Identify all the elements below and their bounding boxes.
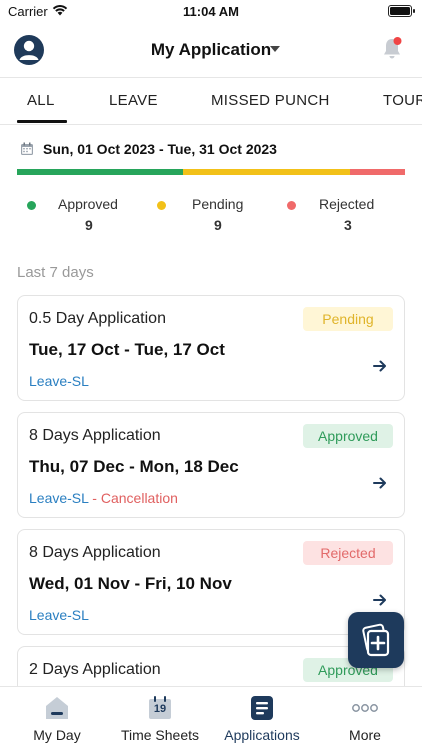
pending-count: 9 <box>214 217 222 233</box>
pending-label: Pending <box>192 196 244 212</box>
document-list-icon <box>251 696 273 720</box>
application-type: Leave-SL <box>29 607 89 623</box>
add-application-button[interactable] <box>348 612 404 668</box>
nav-time-sheets[interactable]: 19 Time Sheets <box>114 687 206 750</box>
status-badge: Approved <box>303 424 393 448</box>
page-title-dropdown[interactable]: My Application <box>0 40 422 60</box>
filter-tabs: ALL LEAVE MISSED PUNCH TOUR <box>0 78 422 124</box>
add-document-icon <box>362 623 390 657</box>
application-title: 8 Days Application <box>29 544 161 561</box>
nav-label: Applications <box>224 727 300 743</box>
arrow-right-icon[interactable] <box>372 358 388 374</box>
approved-segment <box>17 169 184 175</box>
date-range-label: Sun, 01 Oct 2023 - Tue, 31 Oct 2023 <box>43 141 277 157</box>
application-title: 2 Days Application <box>29 661 161 678</box>
application-card[interactable]: 8 Days Application Approved Thu, 07 Dec … <box>17 412 405 518</box>
calendar-day-number: 19 <box>153 703 167 715</box>
active-tab-indicator <box>17 120 67 123</box>
approved-dot-icon <box>27 201 36 210</box>
app-header: My Application <box>0 28 422 76</box>
nav-label: Time Sheets <box>120 727 200 743</box>
chevron-down-icon[interactable] <box>270 46 280 52</box>
application-dates: Tue, 17 Oct - Tue, 17 Oct <box>29 340 225 359</box>
battery-icon <box>388 5 415 17</box>
home-icon <box>46 697 68 719</box>
tab-missed-punch[interactable]: MISSED PUNCH <box>211 92 330 109</box>
status-badge: Pending <box>303 307 393 331</box>
page-title: My Application <box>150 40 272 59</box>
approved-label: Approved <box>58 196 118 212</box>
arrow-right-icon[interactable] <box>372 475 388 491</box>
application-dates: Wed, 01 Nov - Fri, 10 Nov <box>29 574 232 593</box>
application-card[interactable]: 8 Days Application Rejected Wed, 01 Nov … <box>17 529 405 635</box>
bottom-navigation: My Day 19 Time Sheets Applications More <box>0 686 422 750</box>
approved-count: 9 <box>85 217 93 233</box>
application-title: 8 Days Application <box>29 427 161 444</box>
rejected-count: 3 <box>344 217 352 233</box>
status-badge: Rejected <box>303 541 393 565</box>
application-title: 0.5 Day Application <box>29 310 166 327</box>
tab-all[interactable]: ALL <box>27 92 55 109</box>
nav-label: My Day <box>33 727 81 743</box>
rejected-dot-icon <box>287 201 296 210</box>
status-time: 11:04 AM <box>183 4 239 19</box>
rejected-segment <box>349 169 405 175</box>
arrow-right-icon[interactable] <box>372 592 388 608</box>
application-dates: Thu, 07 Dec - Mon, 18 Dec <box>29 457 239 476</box>
status-bar: Carrier 11:04 AM <box>0 0 422 24</box>
tabs-divider <box>0 124 422 125</box>
pending-segment <box>183 169 350 175</box>
pending-dot-icon <box>157 201 166 210</box>
nav-label: More <box>349 727 381 743</box>
bell-icon[interactable] <box>380 36 404 62</box>
status-distribution-bar <box>17 169 405 175</box>
calendar-icon <box>21 142 33 155</box>
tab-leave[interactable]: LEAVE <box>109 92 158 109</box>
rejected-label: Rejected <box>319 196 375 212</box>
more-dots-icon <box>352 704 378 712</box>
nav-my-day[interactable]: My Day <box>16 687 98 750</box>
application-type: Leave-SL <box>29 373 89 389</box>
cancellation-label: - Cancellation <box>88 490 178 506</box>
nav-more[interactable]: More <box>326 687 404 750</box>
tab-tour[interactable]: TOUR <box>383 92 422 109</box>
application-type: Leave-SL - Cancellation <box>29 490 178 506</box>
status-legend: Approved 9 Pending 9 Rejected 3 <box>0 196 422 236</box>
application-card[interactable]: 0.5 Day Application Pending Tue, 17 Oct … <box>17 295 405 401</box>
section-title: Last 7 days <box>17 264 94 281</box>
nav-applications[interactable]: Applications <box>216 687 308 750</box>
